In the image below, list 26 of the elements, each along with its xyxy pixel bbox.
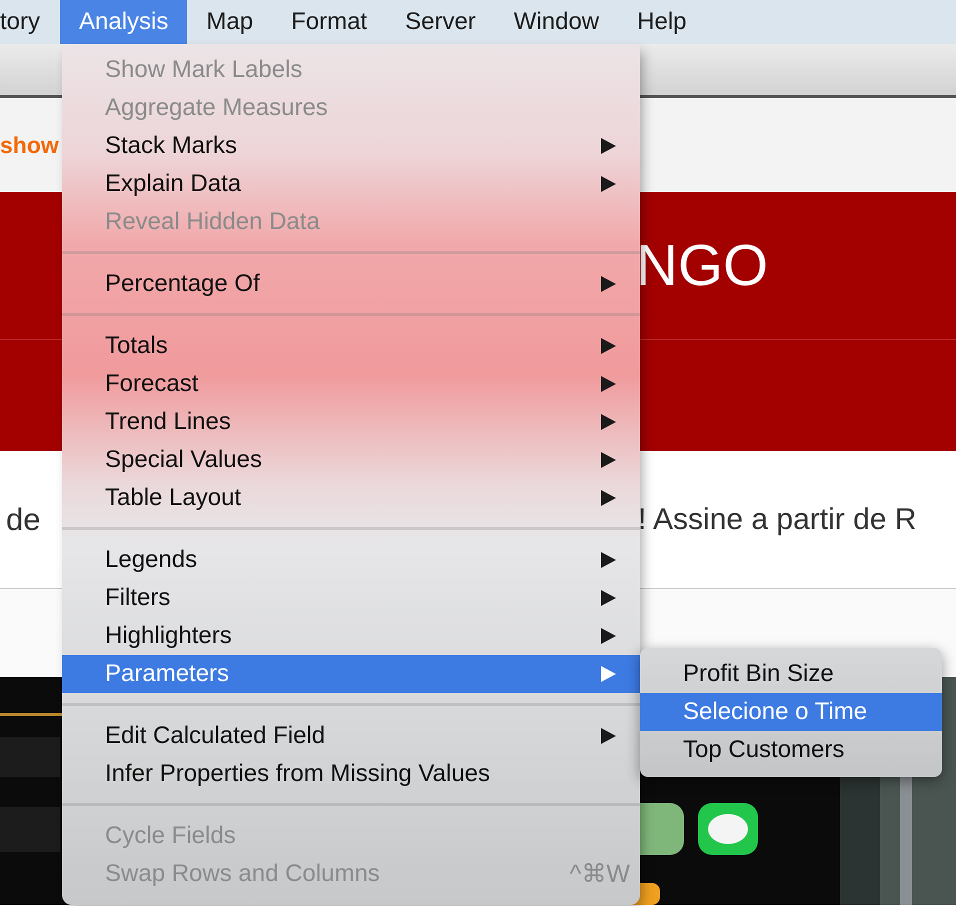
menu-item[interactable]: Stack Marks [62,127,640,165]
shortcut-label: ^⌘W [570,859,630,889]
menu-item[interactable]: Filters [62,579,640,617]
menu-item[interactable]: Highlighters [62,617,640,655]
menu-bar-item[interactable]: Analysis [60,0,188,44]
menu-item[interactable]: Top Customers [640,731,942,769]
menu-item[interactable]: Special Values [62,441,640,479]
menu-bar-item[interactable]: Server [386,0,495,44]
menu-item[interactable]: Explain Data [62,165,640,203]
menu-bar-item[interactable]: Format [272,0,386,44]
menu-bar-item[interactable]: tory [0,0,60,44]
menu-bar-item[interactable]: Map [187,0,272,44]
menu-bar-item[interactable]: Help [618,0,706,44]
menu-bar-item[interactable]: Window [494,0,618,44]
promo-text: ! Assine a partir de R [638,502,918,536]
menu-item[interactable]: Infer Properties from Missing Values [62,755,640,793]
menu-item[interactable]: Selecione o Time [640,693,942,731]
menu-item[interactable]: Legends [62,541,640,579]
menu-item[interactable]: Trend Lines [62,403,640,441]
menu-item[interactable]: Profit Bin Size [640,655,942,693]
promo-text: de [6,502,40,538]
menu-item[interactable]: Parameters [62,655,640,693]
menu-item[interactable]: Table Layout [62,479,640,517]
menu-item[interactable]: Totals [62,327,640,365]
menu-item[interactable]: Forecast [62,365,640,403]
menu-item[interactable]: Edit Calculated Field [62,717,640,755]
